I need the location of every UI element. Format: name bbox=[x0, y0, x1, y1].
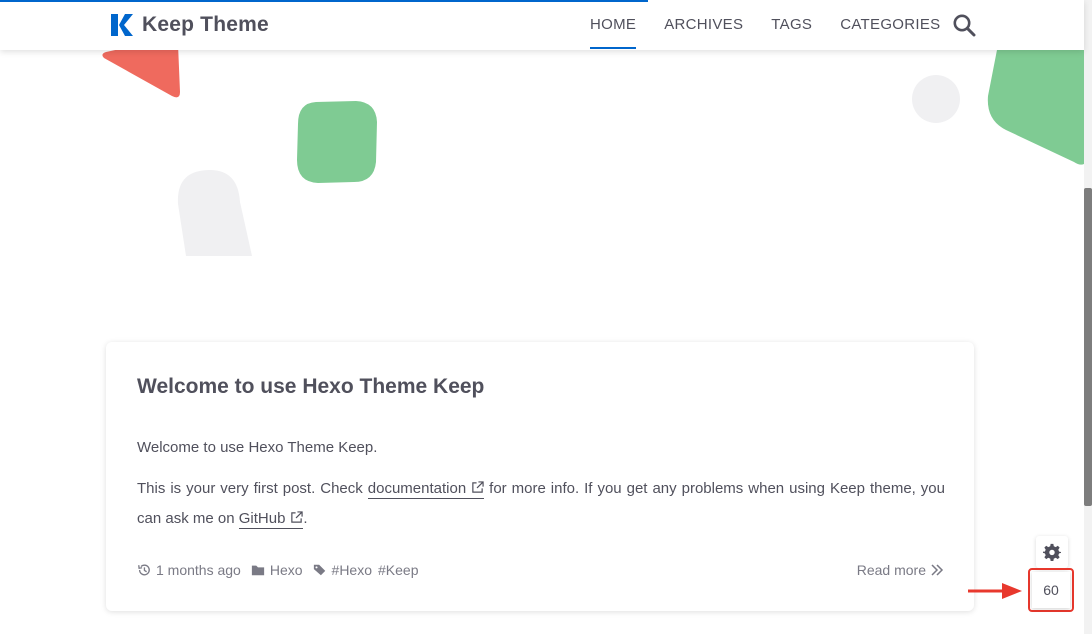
post-intro: Welcome to use Hexo Theme Keep. bbox=[137, 439, 378, 456]
nav-item-home[interactable]: HOME bbox=[590, 0, 637, 50]
github-link[interactable]: GitHub bbox=[238, 510, 304, 529]
post-card: Welcome to use Hexo Theme Keep Welcome t… bbox=[106, 342, 974, 611]
counter-button[interactable]: 60 bbox=[1032, 572, 1070, 608]
post-tags: #Hexo #Keep bbox=[313, 562, 425, 578]
post-category[interactable]: Hexo bbox=[251, 562, 303, 578]
decorative-green-blob bbox=[297, 101, 377, 183]
gear-icon bbox=[1043, 543, 1061, 561]
site-title: Keep Theme bbox=[142, 13, 269, 36]
keep-logo-icon bbox=[111, 14, 133, 36]
page-scrollbar-thumb[interactable] bbox=[1084, 188, 1092, 506]
post-category-link[interactable]: Hexo bbox=[270, 562, 303, 578]
double-chevron-right-icon bbox=[931, 564, 944, 576]
post-meta: 1 months ago Hexo #Hexo #Keep bbox=[137, 562, 434, 578]
nav-item-archives[interactable]: ARCHIVES bbox=[664, 0, 743, 50]
post-excerpt: Welcome to use Hexo Theme Keep. This is … bbox=[137, 433, 945, 545]
external-link-icon bbox=[291, 511, 304, 523]
counter-value: 60 bbox=[1043, 582, 1059, 598]
decorative-grey-circle bbox=[912, 75, 960, 123]
post-paragraph: This is your very first post. Check docu… bbox=[137, 474, 945, 534]
external-link-icon bbox=[472, 481, 484, 493]
post-text-end: . bbox=[303, 510, 308, 527]
red-arrow-icon bbox=[968, 583, 1022, 599]
post-text-part1: This is your very first post. Check bbox=[137, 480, 363, 497]
tags-icon bbox=[313, 564, 325, 576]
read-more-label: Read more bbox=[856, 562, 926, 578]
documentation-link[interactable]: documentation bbox=[367, 480, 485, 499]
post-date-text: 1 months ago bbox=[156, 562, 241, 578]
post-tag-keep[interactable]: #Keep bbox=[378, 562, 418, 578]
main-nav: HOME ARCHIVES TAGS CATEGORIES bbox=[576, 0, 954, 50]
nav-item-categories[interactable]: CATEGORIES bbox=[840, 0, 940, 50]
search-icon[interactable] bbox=[952, 13, 976, 37]
decorative-grey-arch bbox=[177, 170, 252, 256]
post-date: 1 months ago bbox=[137, 562, 241, 578]
history-icon bbox=[138, 564, 150, 576]
post-title[interactable]: Welcome to use Hexo Theme Keep bbox=[137, 375, 484, 399]
site-header: Keep Theme HOME ARCHIVES TAGS CATEGORIES bbox=[0, 0, 1084, 50]
reading-progress-bar bbox=[0, 0, 648, 2]
settings-button[interactable] bbox=[1036, 536, 1068, 568]
nav-item-tags[interactable]: TAGS bbox=[771, 0, 812, 50]
read-more-link[interactable]: Read more bbox=[857, 562, 944, 578]
github-link-label: GitHub bbox=[238, 510, 286, 527]
post-tag-hexo[interactable]: #Hexo bbox=[332, 562, 372, 578]
site-logo[interactable]: Keep Theme bbox=[110, 13, 269, 37]
documentation-link-label: documentation bbox=[367, 480, 467, 497]
folder-icon bbox=[251, 565, 264, 576]
